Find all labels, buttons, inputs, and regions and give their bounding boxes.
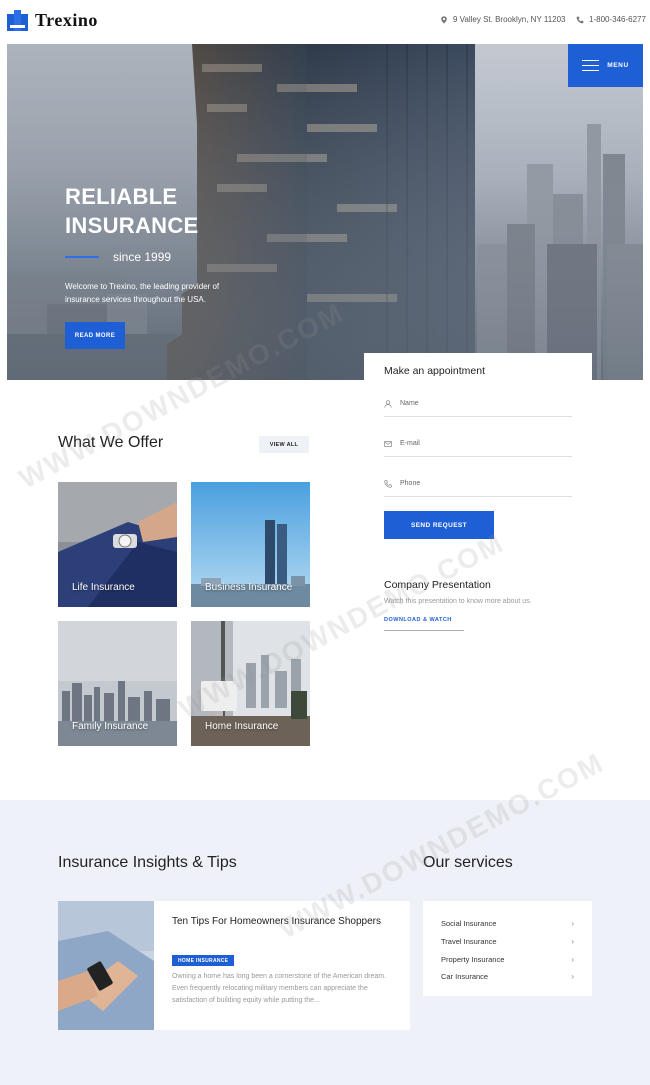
phone-icon: [576, 16, 584, 23]
card-label: Life Insurance: [72, 582, 135, 593]
map-pin-icon: [441, 15, 447, 24]
card-family-insurance[interactable]: Family Insurance: [58, 621, 177, 746]
card-label: Business Insurance: [205, 582, 293, 593]
article-image: [58, 901, 154, 1030]
card-label: Family Insurance: [72, 721, 149, 732]
logo-icon: [7, 10, 28, 31]
phone-field[interactable]: Phone: [384, 471, 572, 497]
card-label: Home Insurance: [205, 721, 279, 732]
email-field[interactable]: E-mail: [384, 431, 572, 457]
hamburger-icon: [582, 59, 600, 72]
envelope-icon: [384, 440, 392, 447]
address-text: 9 Valley St. Brooklyn, NY 11203: [453, 15, 566, 24]
hero-title: RELIABLE INSURANCE: [65, 184, 199, 238]
service-label: Property Insurance: [441, 954, 505, 964]
service-label: Travel Insurance: [441, 937, 497, 947]
send-request-button[interactable]: SEND REQUEST: [384, 511, 494, 539]
service-label: Social Insurance: [441, 919, 497, 929]
download-watch-link[interactable]: DOWNLOAD & WATCH: [384, 617, 464, 631]
name-placeholder: Name: [400, 400, 419, 407]
since-text: since 1999: [113, 250, 172, 264]
company-text: Watch this presentation to know more abo…: [384, 598, 532, 605]
card-life-insurance[interactable]: Life Insurance: [58, 482, 177, 607]
phone-placeholder: Phone: [400, 480, 421, 487]
hero-description: Welcome to Trexino, the leading provider…: [65, 282, 220, 304]
site-header: Trexino 9 Valley St. Brooklyn, NY 11203 …: [0, 0, 650, 44]
phone-text: 1-800-346-6277: [589, 15, 646, 24]
appointment-title: Make an appointment: [384, 365, 485, 377]
services-list: Social Insurance › Travel Insurance › Pr…: [423, 901, 592, 996]
article-card[interactable]: Ten Tips For Homeowners Insurance Shoppe…: [58, 901, 410, 1030]
phone-in-hands-image: [58, 901, 154, 1030]
company-title: Company Presentation: [384, 579, 491, 591]
chevron-right-icon: ›: [571, 937, 574, 947]
services-title: Our services: [423, 854, 513, 871]
hero-since: since 1999: [65, 250, 171, 264]
address-info: 9 Valley St. Brooklyn, NY 11203: [440, 15, 566, 24]
article-excerpt: Owning a home has long been a cornerston…: [172, 973, 387, 1004]
service-item-car[interactable]: Car Insurance ›: [441, 968, 574, 986]
chevron-right-icon: ›: [571, 954, 574, 964]
chevron-right-icon: ›: [571, 919, 574, 929]
name-field[interactable]: Name: [384, 391, 572, 417]
article-tag[interactable]: HOME INSURANCE: [172, 955, 235, 966]
company-presentation: Company Presentation Watch this presenta…: [384, 579, 584, 631]
service-label: Car Insurance: [441, 972, 489, 982]
logo[interactable]: Trexino: [7, 10, 98, 31]
card-home-insurance[interactable]: Home Insurance: [191, 621, 310, 746]
view-all-button[interactable]: VIEW ALL: [259, 436, 309, 453]
offer-title: What We Offer: [58, 434, 164, 451]
phone-info[interactable]: 1-800-346-6277: [576, 15, 646, 24]
read-more-button[interactable]: READ MORE: [65, 322, 125, 349]
chevron-right-icon: ›: [571, 972, 574, 982]
menu-button[interactable]: MENU: [568, 44, 643, 87]
hero-banner: RELIABLE INSURANCE since 1999 Welcome to…: [7, 44, 643, 380]
card-business-insurance[interactable]: Business Insurance: [191, 482, 310, 607]
accent-line: [65, 256, 99, 258]
email-placeholder: E-mail: [400, 440, 420, 447]
user-icon: [384, 399, 392, 408]
appointment-form: Make an appointment Name E-mail Phone SE…: [364, 353, 592, 583]
service-item-travel[interactable]: Travel Insurance ›: [441, 933, 574, 951]
article-title[interactable]: Ten Tips For Homeowners Insurance Shoppe…: [172, 915, 382, 929]
menu-label: MENU: [607, 62, 629, 69]
phone-icon: [384, 479, 392, 488]
service-item-social[interactable]: Social Insurance ›: [441, 915, 574, 933]
tips-title: Insurance Insights & Tips: [58, 854, 237, 871]
service-item-property[interactable]: Property Insurance ›: [441, 950, 574, 968]
logo-text: Trexino: [35, 10, 98, 30]
